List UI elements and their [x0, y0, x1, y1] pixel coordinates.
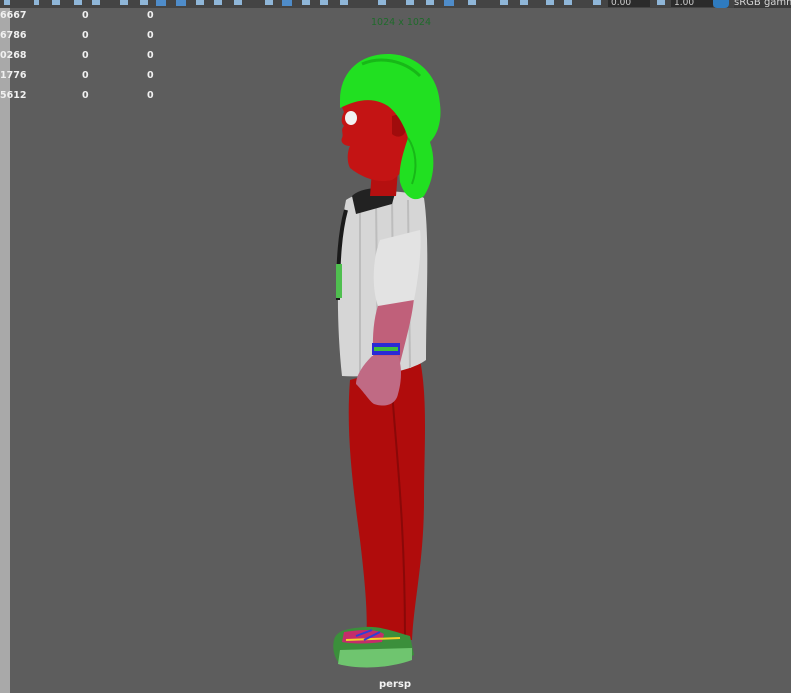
character-model[interactable] — [0, 0, 791, 693]
camera-name-label: persp — [379, 679, 411, 690]
badge — [336, 264, 342, 298]
